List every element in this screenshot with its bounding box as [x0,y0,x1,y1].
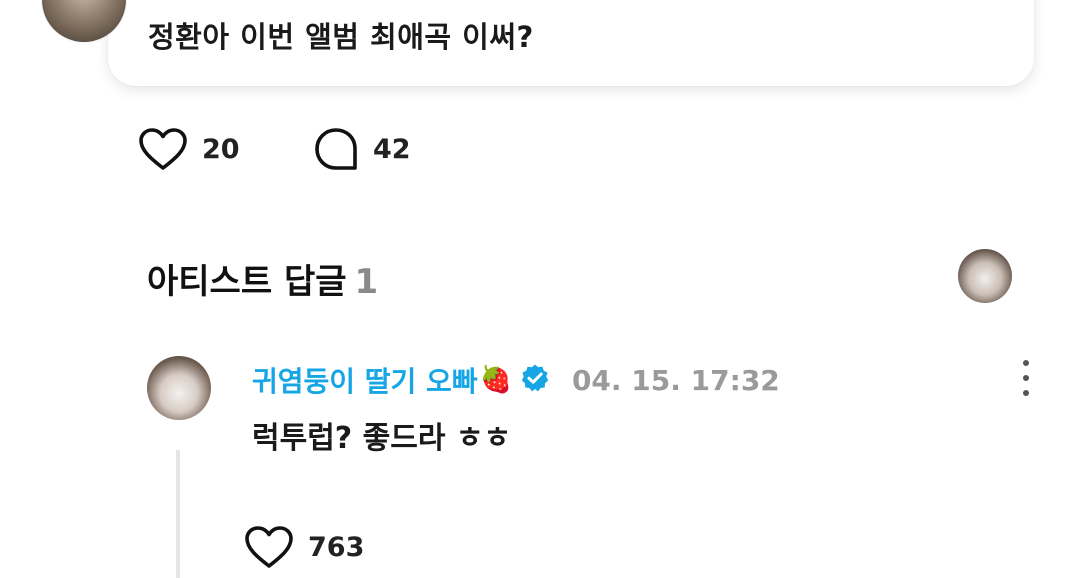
more-dot [1023,360,1029,366]
reply-like-count: 763 [308,531,365,563]
more-vertical-icon[interactable] [1014,360,1038,396]
post-comment-button[interactable]: 42 [313,127,411,171]
reply-author-name[interactable]: 귀염둥이 딸기 오빠 [252,360,478,400]
more-dot [1023,390,1029,396]
strawberry-emoji: 🍓 [479,365,512,395]
heart-outline-icon [138,127,188,171]
reply-like-button[interactable]: 763 [244,525,364,569]
post-comment-count: 42 [373,133,411,165]
post-text: 정환아 이번 앨범 최애곡 이써? [148,20,534,54]
reply-timestamp: 04. 15. 17:32 [571,363,780,397]
more-dot [1023,375,1029,381]
reply-header: 귀염둥이 딸기 오빠 🍓 04. 15. 17:32 [252,360,780,400]
post-detail-page: 정환아 이번 앨범 최애곡 이써? 20 42 아티스트 답글 1 귀염둥이 딸기… [0,0,1080,578]
artist-replies-count: 1 [354,262,379,302]
thread-line [176,450,180,578]
reply-author-avatar[interactable] [147,356,211,420]
speech-bubble-icon [313,127,359,171]
heart-outline-icon [244,525,294,569]
verified-check-icon [520,363,550,397]
artist-replies-title: 아티스트 답글 [147,262,347,302]
post-like-count: 20 [202,133,240,165]
reply-text: 럭투럽? 좋드라 ㅎㅎ [252,421,512,456]
artist-replies-heading: 아티스트 답글 1 [147,254,378,303]
post-like-button[interactable]: 20 [138,127,240,171]
artist-avatar[interactable] [958,249,1012,303]
